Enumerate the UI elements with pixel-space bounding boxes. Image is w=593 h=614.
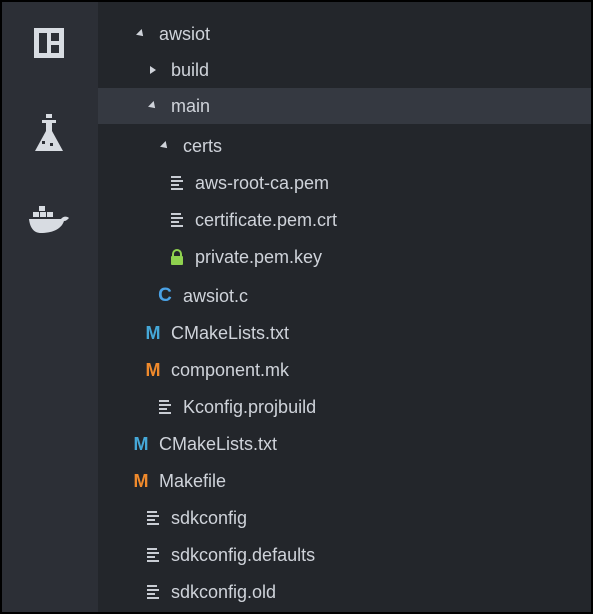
twisty-down-icon[interactable] [144,101,162,111]
explorer-icon[interactable] [26,20,72,66]
tree-item-label: Makefile [159,470,227,491]
makefile-icon: M [145,359,161,380]
tree-item-sdkconfig[interactable]: sdkconfig [98,500,591,536]
file-lines-icon [168,176,186,190]
twisty-down-icon[interactable] [156,141,174,151]
tree-item-label: awsiot [159,23,211,44]
tree-item-cmakelists-main[interactable]: M CMakeLists.txt [98,315,591,351]
tree-item-label: aws-root-ca.pem [195,172,330,193]
tree-item-certificate[interactable]: certificate.pem.crt [98,202,591,238]
cmake-file-icon: M [145,322,161,343]
tree-item-awsiot-c[interactable]: C awsiot.c [98,278,591,314]
tree-item-build[interactable]: build [98,52,591,88]
makefile-icon: M [133,470,149,491]
tree-item-makefile[interactable]: M Makefile [98,463,591,499]
tree-item-label: CMakeLists.txt [171,322,290,343]
tree-item-label: sdkconfig [171,507,248,528]
tree-item-component-mk[interactable]: M component.mk [98,352,591,388]
tree-item-private-key[interactable]: private.pem.key [98,239,591,275]
twisty-down-icon[interactable] [132,29,150,39]
tree-item-label: Kconfig.projbuild [183,396,317,417]
file-lines-icon [144,548,162,562]
tree-item-certs[interactable]: certs [98,128,591,164]
tree-item-sdkconfig-old[interactable]: sdkconfig.old [98,574,591,610]
file-lines-icon [156,400,174,414]
file-lines-icon [144,511,162,525]
c-file-icon: C [158,285,172,306]
tree-item-cmakelists-root[interactable]: M CMakeLists.txt [98,426,591,462]
tree-item-label: component.mk [171,359,290,380]
tree-item-awsiot[interactable]: awsiot [98,16,591,52]
tree-item-main[interactable]: main [98,88,591,124]
tree-item-kconfig[interactable]: Kconfig.projbuild [98,389,591,425]
tree-item-sdkconfig-defaults[interactable]: sdkconfig.defaults [98,537,591,573]
tree-item-label: main [171,95,211,116]
tree-item-label: certs [183,135,223,156]
tree-item-label: certificate.pem.crt [195,209,338,230]
docker-icon[interactable] [26,196,72,242]
tree-item-aws-root-ca[interactable]: aws-root-ca.pem [98,165,591,201]
lock-icon [168,249,186,265]
tree-item-label: sdkconfig.old [171,581,277,602]
tree-item-label: build [171,59,210,80]
window: awsiot build main certs aws-root-ca.pem … [0,0,593,614]
tree-item-label: private.pem.key [195,246,323,267]
tree-item-label: awsiot.c [183,285,249,306]
file-lines-icon [144,585,162,599]
flask-icon[interactable] [26,110,72,156]
cmake-file-icon: M [133,433,149,454]
twisty-right-icon[interactable] [144,66,162,74]
activity-bar [2,2,98,612]
tree-item-label: sdkconfig.defaults [171,544,316,565]
tree-item-label: CMakeLists.txt [159,433,278,454]
file-explorer-tree: awsiot build main certs aws-root-ca.pem … [98,2,591,612]
file-lines-icon [168,213,186,227]
